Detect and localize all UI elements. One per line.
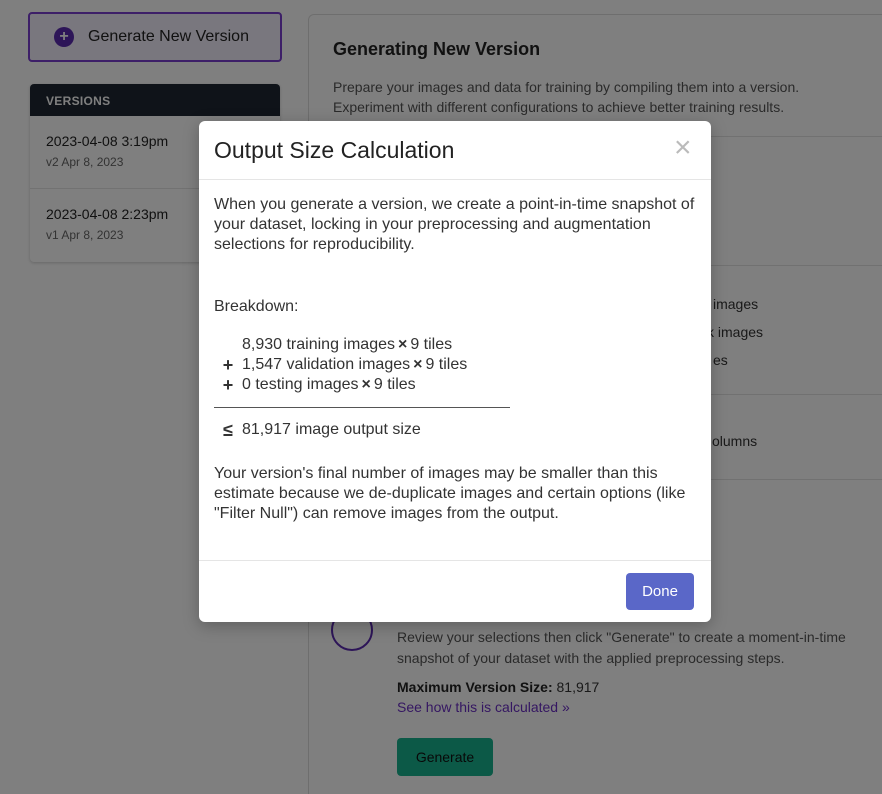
less-equal-icon: ≤ — [223, 420, 233, 440]
output-size-modal: Output Size Calculation × When you gener… — [199, 121, 711, 622]
times-icon: × — [413, 356, 423, 373]
modal-title: Output Size Calculation — [214, 137, 455, 163]
breakdown-label: Breakdown: — [214, 298, 299, 315]
row-tiles: 9 tiles — [373, 376, 416, 393]
row-tiles: 9 tiles — [425, 356, 468, 373]
row-text: 1,547 validation images — [242, 356, 411, 373]
times-icon: × — [361, 376, 371, 393]
modal-intro: When you generate a version, we create a… — [214, 196, 695, 253]
row-text: 0 testing images — [242, 376, 359, 393]
plus-icon: + — [222, 375, 234, 395]
breakdown-row-validation: + 1,547 validation images × 9 tiles — [214, 355, 699, 375]
times-icon: × — [397, 336, 408, 353]
breakdown-total: ≤ 81,917 image output size — [214, 420, 699, 440]
modal-note: Your version's final number of images ma… — [214, 465, 686, 522]
modal-header-divider — [199, 179, 711, 180]
row-text: 8,930 training images — [242, 336, 395, 353]
row-tiles: 9 tiles — [410, 336, 453, 353]
modal-body: When you generate a version, we create a… — [214, 195, 699, 524]
plus-icon: + — [222, 355, 234, 375]
close-icon[interactable]: × — [674, 133, 692, 163]
sum-divider — [214, 407, 510, 408]
modal-footer-divider — [199, 560, 711, 561]
breakdown-row-testing: + 0 testing images × 9 tiles — [214, 375, 699, 395]
done-button[interactable]: Done — [626, 573, 694, 610]
total-text: 81,917 image output size — [242, 421, 421, 438]
breakdown-row-training: 8,930 training images × 9 tiles — [214, 335, 699, 355]
